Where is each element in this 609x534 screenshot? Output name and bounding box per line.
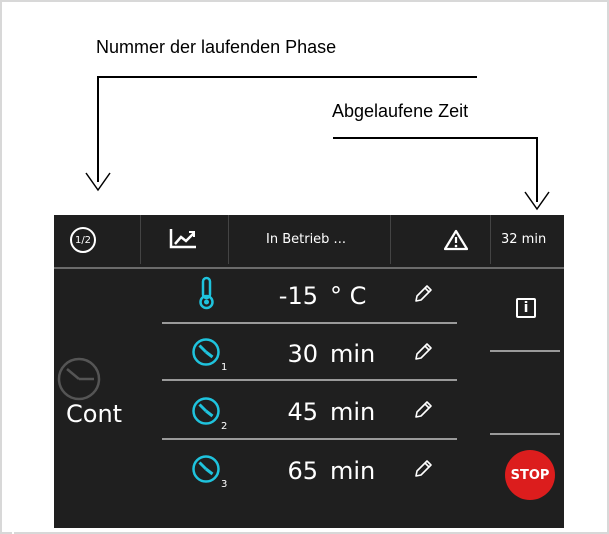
phase-annotation-line [97, 76, 477, 78]
timer-index: 1 [221, 362, 228, 373]
elapsed-time: 32 min [501, 232, 547, 247]
warning-triangle-icon[interactable] [444, 229, 468, 251]
right-divider [490, 350, 560, 352]
row-divider [162, 438, 457, 440]
pencil-edit-icon[interactable] [412, 399, 434, 421]
elapsed-annotation-label: Abgelaufene Zeit [332, 101, 469, 121]
timer-icon [192, 455, 220, 483]
top-bar-divider [54, 267, 564, 269]
stop-button[interactable]: STOP [505, 450, 555, 500]
pencil-edit-icon[interactable] [412, 341, 434, 363]
info-button[interactable]: i [516, 298, 536, 318]
timer-index: 3 [221, 479, 228, 490]
phase-annotation-arrow [85, 172, 111, 192]
device-screen: 1/2 In Betrieb ... 32 min -15 ° C 1 30 m… [54, 215, 564, 528]
elapsed-annotation-line [333, 137, 537, 139]
row-divider [162, 322, 457, 324]
temperature-value[interactable]: -15 [270, 282, 318, 310]
timer-1-value[interactable]: 30 [270, 340, 318, 368]
status-text: In Betrieb ... [266, 232, 346, 247]
thermometer-icon [199, 276, 214, 310]
trend-chart-icon[interactable] [168, 227, 198, 249]
timer-3-unit: min [330, 457, 376, 485]
top-bar: 1/2 In Betrieb ... 32 min [54, 215, 564, 264]
right-divider [490, 433, 560, 435]
timer-icon [192, 338, 220, 366]
pencil-edit-icon[interactable] [412, 458, 434, 480]
clock-icon [57, 357, 101, 401]
temperature-unit: ° C [330, 282, 367, 310]
elapsed-annotation-arrow [524, 191, 550, 211]
pencil-edit-icon[interactable] [412, 283, 434, 305]
phase-indicator[interactable]: 1/2 [70, 227, 96, 253]
timer-1-unit: min [330, 340, 376, 368]
row-divider [162, 379, 457, 381]
mode-label[interactable]: Cont [66, 400, 122, 428]
timer-icon [192, 397, 220, 425]
timer-3-value[interactable]: 65 [270, 457, 318, 485]
timer-index: 2 [221, 421, 228, 432]
timer-2-unit: min [330, 398, 376, 426]
timer-2-value[interactable]: 45 [270, 398, 318, 426]
phase-annotation-label: Nummer der laufenden Phase [96, 37, 337, 57]
